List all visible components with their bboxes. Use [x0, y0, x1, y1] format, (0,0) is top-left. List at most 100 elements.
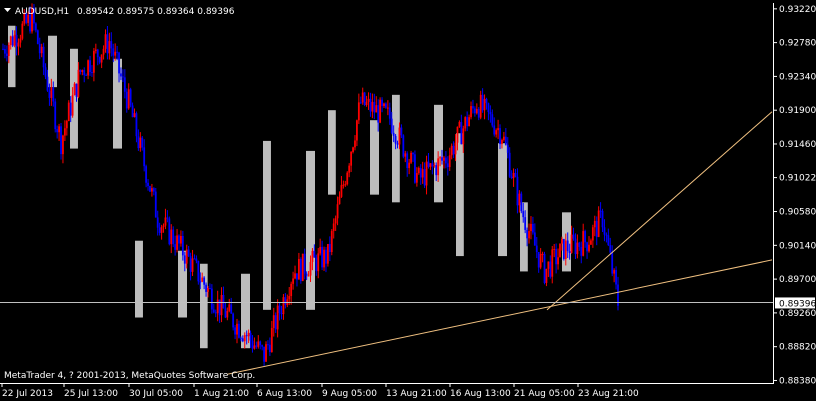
candle-body [615, 270, 617, 285]
candle-body [34, 23, 37, 31]
candle-body [388, 107, 391, 119]
candle-body [120, 73, 122, 77]
candle-body [597, 210, 600, 237]
candle-body [591, 227, 594, 241]
y-tick-label: 0.91900 [779, 106, 816, 116]
candle-body [193, 258, 196, 260]
candle-body [232, 313, 235, 328]
candle-body [336, 204, 339, 219]
candle-body [112, 48, 115, 56]
candle-body [327, 243, 329, 264]
candle-body [278, 305, 281, 314]
candle-body [574, 238, 577, 255]
highlight-box [328, 110, 336, 195]
candle-body [325, 249, 327, 264]
candle-body [499, 128, 501, 145]
candle-body [512, 172, 515, 179]
candle-body [444, 157, 447, 164]
candle-body [241, 338, 244, 342]
candle-body [247, 332, 250, 337]
candle-body [67, 102, 70, 122]
candle-body [588, 244, 590, 252]
candle-body [139, 137, 142, 149]
candle-body [590, 240, 592, 245]
candle-body [340, 185, 343, 197]
candle-body [44, 67, 47, 77]
candle-body [328, 243, 331, 253]
candle-body [168, 218, 171, 245]
candle-body [607, 235, 610, 246]
candle-body [106, 34, 109, 54]
candle-body [197, 260, 200, 282]
candle-body [470, 106, 472, 118]
candle-body [257, 341, 260, 347]
candle-body [356, 120, 358, 141]
candle-body [609, 245, 612, 253]
candle-body [543, 253, 546, 283]
candle-body [268, 344, 271, 352]
candle-body [63, 128, 66, 136]
candle-body [584, 231, 587, 243]
candle-body [446, 163, 449, 168]
candle-body [54, 101, 57, 130]
candle-body [270, 327, 273, 352]
candle-body [263, 346, 265, 362]
candle-body [145, 166, 148, 183]
candle-body [92, 51, 95, 73]
candle-body [60, 126, 62, 155]
candle-body [189, 256, 192, 272]
candle-body [2, 48, 4, 50]
candle-body [522, 211, 525, 218]
candle-body [176, 235, 178, 250]
candle-body [195, 258, 198, 261]
candle-body [147, 182, 149, 186]
candle-body [212, 309, 215, 313]
candle-body [578, 242, 581, 247]
candle-body [576, 242, 579, 255]
candle-body [290, 283, 293, 297]
candle-body [243, 335, 246, 342]
y-tick-label: 0.90580 [779, 208, 816, 218]
symbol-timeframe: AUDUSD,H1 [15, 7, 69, 17]
candle-body [301, 253, 304, 281]
candle-body [501, 139, 503, 145]
candle-body [613, 270, 616, 274]
price-chart[interactable]: 0.93220 0.92780 0.92340 0.91900 0.91460 0.910… [0, 0, 816, 401]
candle-body [207, 287, 209, 292]
candle-body [421, 169, 424, 178]
y-tick-label: 0.90140 [779, 241, 816, 251]
candle-body [332, 223, 335, 232]
candle-body [483, 98, 486, 111]
candle-body [205, 284, 207, 292]
candle-body [178, 235, 180, 244]
candle-body [317, 253, 320, 272]
x-tick-label: 16 Aug 13:00 [450, 389, 511, 399]
y-tick-label: 0.89700 [779, 275, 816, 285]
candle-body [431, 163, 434, 167]
candle-body [586, 242, 588, 252]
candle-body [533, 232, 536, 246]
candle-body [288, 296, 291, 300]
candle-body [230, 304, 233, 314]
candle-body [5, 53, 8, 56]
candle-body [98, 57, 101, 63]
candle-body [435, 165, 438, 176]
ohlc-values: 0.89542 0.89575 0.89364 0.89396 [77, 7, 235, 17]
candle-body [238, 323, 240, 338]
candle-body [209, 287, 211, 289]
candle-body [251, 340, 254, 349]
candle-body [38, 43, 41, 54]
candle-body [365, 101, 368, 106]
candle-body [460, 122, 463, 145]
candle-body [456, 126, 459, 143]
candle-body [321, 246, 324, 268]
candle-body [154, 191, 157, 218]
candle-body [239, 337, 242, 339]
candle-body [392, 132, 395, 136]
candle-body [274, 315, 277, 330]
candle-body [174, 244, 177, 250]
current-price-label: 0.89396 [779, 299, 816, 309]
candle-body [73, 83, 76, 96]
candle-body [21, 23, 24, 39]
candle-body [537, 252, 540, 268]
